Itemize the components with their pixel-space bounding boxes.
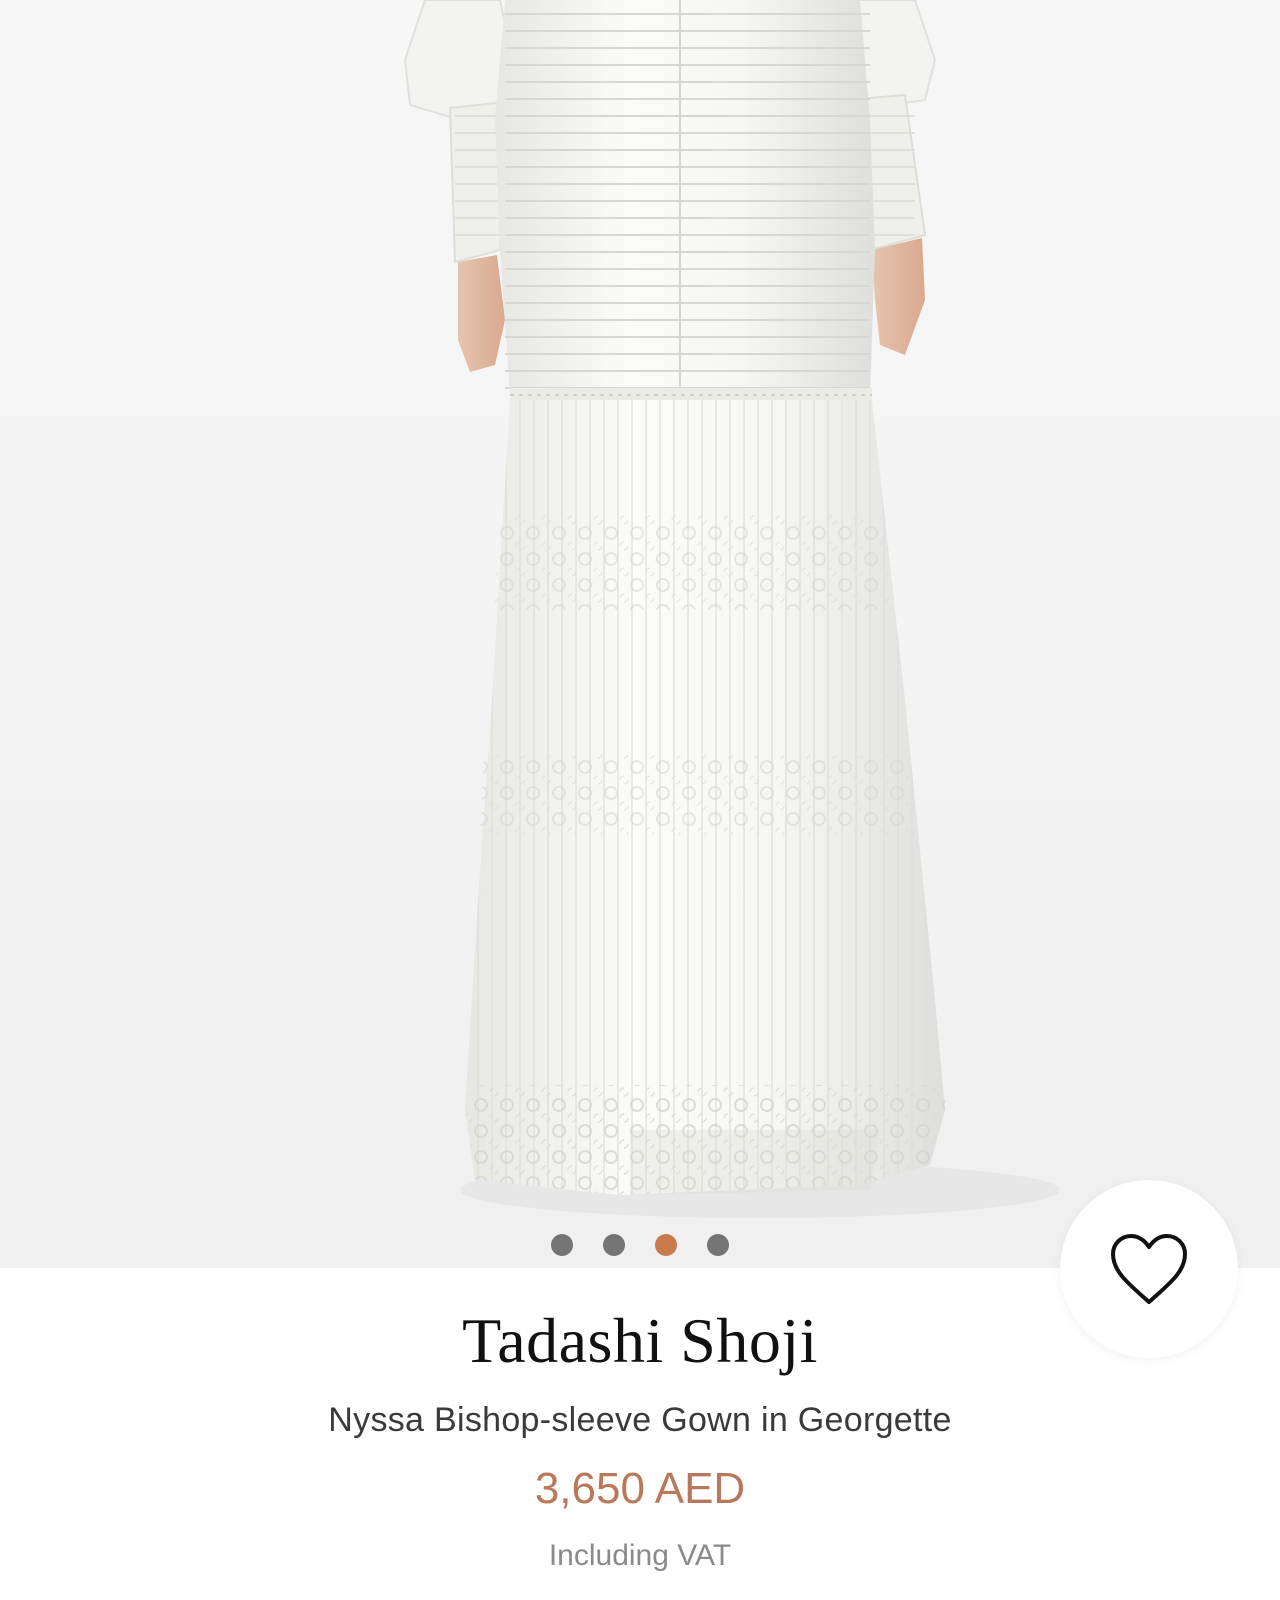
pagination-dot-4[interactable] <box>707 1234 729 1256</box>
pagination-dot-3-active[interactable] <box>655 1234 677 1256</box>
pagination-dot-1[interactable] <box>551 1234 573 1256</box>
product-info: Tadashi Shoji Nyssa Bishop-sleeve Gown i… <box>0 1268 1280 1600</box>
pagination-dot-2[interactable] <box>603 1234 625 1256</box>
product-image[interactable] <box>0 0 1280 1268</box>
price-vat-note: Including VAT <box>548 1539 732 1572</box>
product-title: Nyssa Bishop-sleeve Gown in Georgette <box>328 1401 952 1439</box>
product-image-gallery[interactable] <box>0 0 1280 1268</box>
brand-name[interactable]: Tadashi Shoji <box>0 1304 1280 1378</box>
product-price: 3,650 AED <box>534 1464 746 1513</box>
